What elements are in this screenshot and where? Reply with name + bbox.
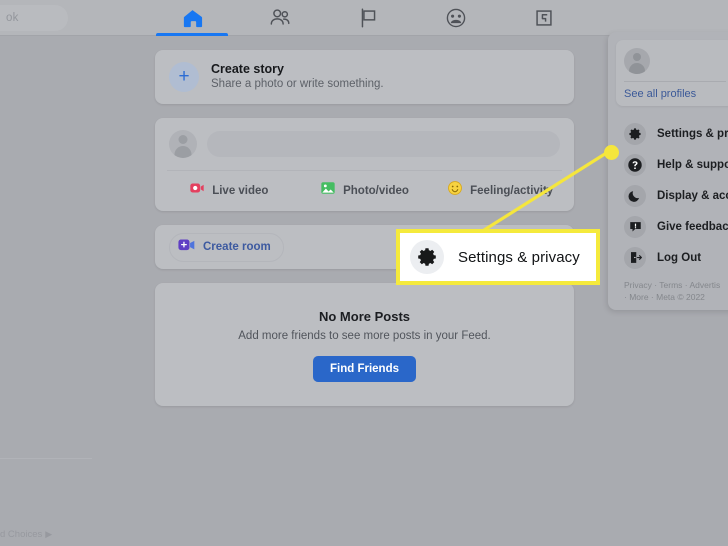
menu-item-label: Display & acce	[657, 189, 728, 202]
composer-input[interactable]	[207, 131, 560, 157]
dropdown-footer: Privacy · Terms · Advertis · More · Meta…	[608, 273, 728, 304]
question-mark-icon	[624, 153, 646, 176]
composer-top-row	[155, 118, 574, 170]
post-composer-card: Live video Photo/video Feeling/activity	[155, 118, 574, 211]
ad-choices-link[interactable]: d Choices ▶	[0, 529, 52, 540]
ad-choices-label: d Choices	[0, 529, 43, 540]
create-story-card[interactable]: + Create story Share a photo or write so…	[155, 50, 574, 104]
tab-home[interactable]	[148, 0, 236, 36]
menu-item-display-accessibility[interactable]: Display & acce	[608, 180, 728, 211]
photo-video-icon	[320, 180, 336, 201]
menu-item-help-support[interactable]: Help & support	[608, 149, 728, 180]
tab-gaming[interactable]	[500, 0, 588, 36]
nav-tabs	[148, 0, 588, 36]
callout-label: Settings & privacy	[458, 248, 580, 266]
groups-icon	[444, 6, 468, 30]
find-friends-button[interactable]: Find Friends	[313, 356, 416, 382]
live-video-button[interactable]: Live video	[161, 180, 297, 201]
search-input-text: ok	[6, 12, 19, 24]
create-story-title: Create story	[211, 61, 284, 76]
gaming-icon	[532, 6, 556, 30]
moon-icon	[624, 184, 646, 207]
profile-card-divider	[624, 81, 726, 82]
create-room-button[interactable]: Create room	[169, 232, 284, 262]
tab-pages[interactable]	[324, 0, 412, 36]
feedback-icon	[624, 215, 646, 238]
profile-card[interactable]: See all profiles	[616, 40, 728, 106]
menu-item-label: Settings & priv	[657, 127, 728, 140]
search-input[interactable]: ok	[0, 5, 68, 31]
menu-item-give-feedback[interactable]: Give feedback	[608, 211, 728, 242]
menu-item-label: Help & support	[657, 158, 728, 171]
sidebar-divider	[0, 458, 92, 459]
callout-highlight-box: Settings & privacy	[396, 229, 600, 285]
video-room-icon	[178, 238, 195, 257]
footer-line-2[interactable]: · More · Meta © 2022	[624, 291, 728, 303]
no-more-posts-subtitle: Add more friends to see more posts in yo…	[238, 330, 491, 342]
user-avatar-icon	[169, 130, 197, 158]
feeling-activity-icon	[447, 180, 463, 201]
feeling-activity-button[interactable]: Feeling/activity	[432, 180, 568, 201]
tab-friends[interactable]	[236, 0, 324, 36]
feeling-activity-label: Feeling/activity	[470, 184, 554, 197]
menu-item-log-out[interactable]: Log Out	[608, 242, 728, 273]
create-room-label: Create room	[203, 241, 271, 253]
create-story-subtitle: Share a photo or write something.	[211, 78, 384, 91]
friends-icon	[268, 6, 292, 30]
no-more-posts-card: No More Posts Add more friends to see mo…	[155, 283, 574, 406]
home-icon	[181, 7, 204, 30]
photo-video-button[interactable]: Photo/video	[297, 180, 433, 201]
menu-item-label: Give feedback	[657, 220, 728, 233]
user-avatar-icon	[624, 48, 650, 74]
ad-choices-icon: ▶	[45, 529, 53, 539]
menu-item-label: Log Out	[657, 251, 702, 264]
live-video-icon	[189, 180, 205, 201]
plus-icon: +	[169, 62, 199, 92]
gear-icon	[624, 122, 646, 145]
screen-root: ok d Choices ▶ + Create story Share a ph…	[0, 0, 728, 546]
callout-marker-dot	[604, 145, 619, 160]
menu-item-settings-privacy[interactable]: Settings & priv	[608, 118, 728, 149]
no-more-posts-title: No More Posts	[318, 309, 410, 324]
tab-groups[interactable]	[412, 0, 500, 36]
see-all-profiles-link[interactable]: See all profiles	[624, 88, 726, 100]
logout-icon	[624, 246, 646, 269]
composer-actions: Live video Photo/video Feeling/activity	[155, 171, 574, 211]
dropdown-menu-list: Settings & priv Help & support	[608, 114, 728, 273]
gear-icon	[410, 240, 444, 274]
flag-icon	[356, 6, 380, 30]
photo-video-label: Photo/video	[343, 184, 409, 197]
top-navigation-bar: ok	[0, 0, 728, 36]
account-dropdown-menu: See all profiles Settings & priv	[608, 32, 728, 310]
footer-line-1[interactable]: Privacy · Terms · Advertis	[624, 279, 728, 291]
live-video-label: Live video	[212, 184, 269, 197]
